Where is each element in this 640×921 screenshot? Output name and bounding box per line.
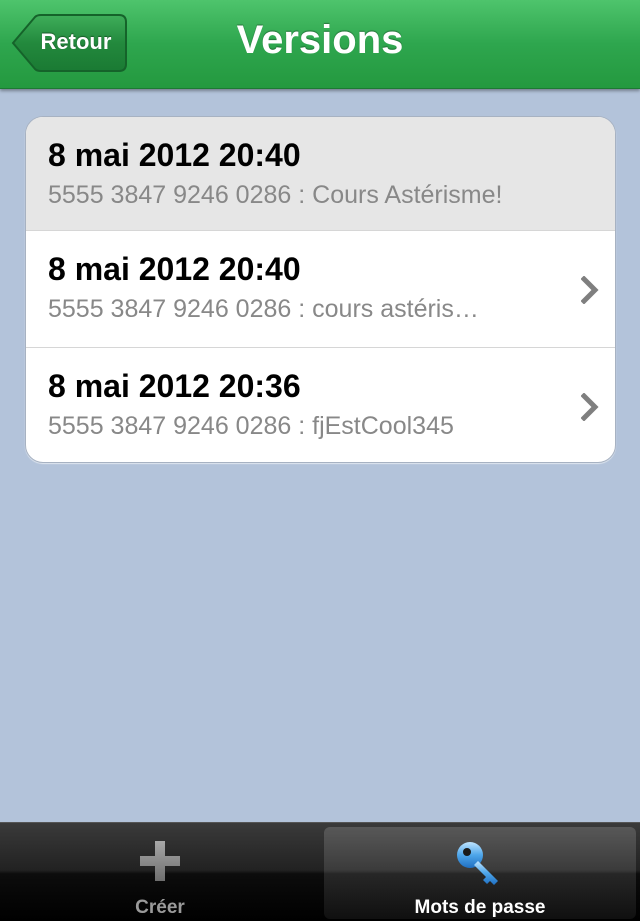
tab-create-label: Créer xyxy=(135,897,185,918)
page-title: Versions xyxy=(236,18,404,62)
tab-passwords-label: Mots de passe xyxy=(414,897,546,918)
tab-bar: Créer Mots de passe xyxy=(0,822,640,921)
tab-passwords[interactable]: Mots de passe xyxy=(324,827,636,919)
versions-list: 8 mai 2012 20:40 5555 3847 9246 0286 : C… xyxy=(25,116,616,463)
version-date: 8 mai 2012 20:36 xyxy=(48,368,301,404)
chevron-right-icon xyxy=(581,276,599,304)
version-detail: 5555 3847 9246 0286 : cours astéris… xyxy=(48,295,479,323)
version-date: 8 mai 2012 20:40 xyxy=(48,137,301,173)
navigation-bar: Retour Versions xyxy=(0,0,640,89)
version-detail: 5555 3847 9246 0286 : fjEstCool345 xyxy=(48,412,454,440)
version-date: 8 mai 2012 20:40 xyxy=(48,251,301,287)
key-icon xyxy=(457,842,498,885)
plus-icon xyxy=(140,841,180,881)
tab-create[interactable]: Créer xyxy=(2,827,318,919)
version-row[interactable]: 8 mai 2012 20:40 5555 3847 9246 0286 : C… xyxy=(26,117,615,231)
version-row[interactable]: 8 mai 2012 20:40 5555 3847 9246 0286 : c… xyxy=(26,231,615,348)
version-row[interactable]: 8 mai 2012 20:36 5555 3847 9246 0286 : f… xyxy=(26,348,615,462)
version-detail: 5555 3847 9246 0286 : Cours Astérisme! xyxy=(48,181,503,209)
chevron-right-icon xyxy=(581,393,599,421)
